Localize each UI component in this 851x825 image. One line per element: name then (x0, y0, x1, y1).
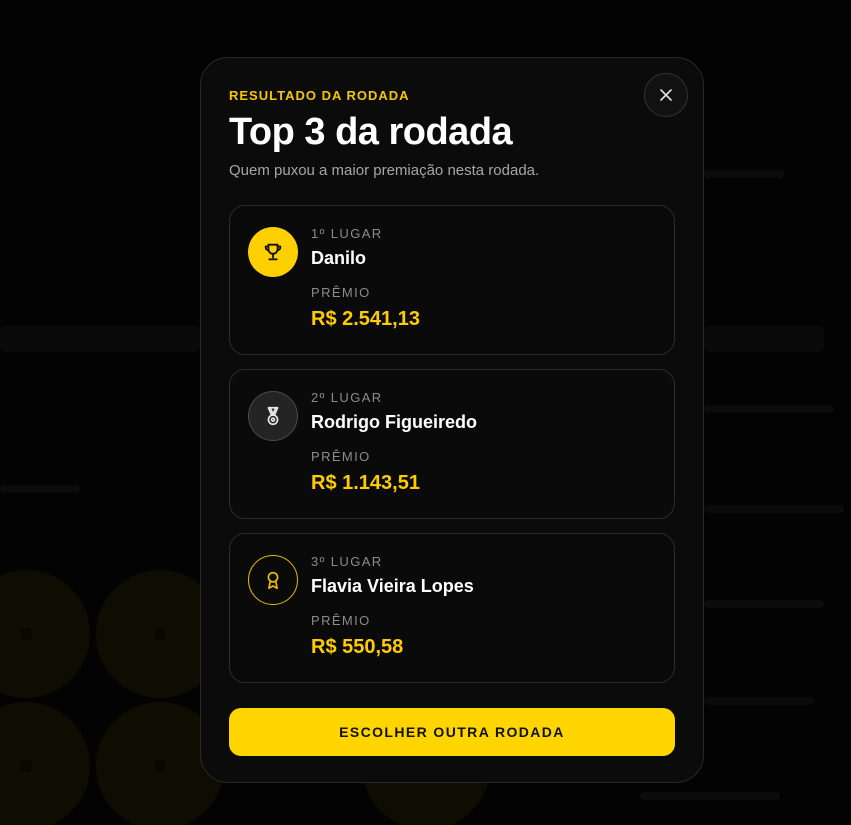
choose-another-round-button[interactable]: ESCOLHER OUTRA RODADA (229, 708, 675, 756)
modal-subtitle: Quem puxou a maior premiação nesta rodad… (229, 162, 540, 179)
winner-card-third: 3º LUGAR Flavia Vieira Lopes PRÊMIO R$ 5… (229, 533, 675, 683)
prize-value: R$ 550,58 (311, 636, 404, 658)
results-modal: RESULTADO DA RODADA Top 3 da rodada Quem… (200, 57, 704, 783)
winner-name: Danilo (311, 248, 367, 268)
background-heading (0, 326, 200, 352)
background-text (0, 485, 80, 493)
medal-icon (267, 406, 279, 426)
prize-label: PRÊMIO (311, 613, 371, 628)
background-text (704, 505, 844, 513)
modal-eyebrow: RESULTADO DA RODADA (229, 88, 410, 103)
modal-title: Top 3 da rodada (229, 111, 513, 153)
background-text (640, 792, 780, 800)
place-label: 2º LUGAR (311, 390, 383, 405)
background-text (704, 697, 814, 705)
prize-label: PRÊMIO (311, 449, 371, 464)
second-place-badge (248, 391, 298, 441)
trophy-icon (264, 243, 282, 261)
winner-name: Flavia Vieira Lopes (311, 576, 474, 596)
winner-name: Rodrigo Figueiredo (311, 412, 477, 432)
background-heading (704, 326, 824, 352)
place-label: 3º LUGAR (311, 554, 383, 569)
place-label: 1º LUGAR (311, 226, 383, 241)
prize-label: PRÊMIO (311, 285, 371, 300)
background-ball (0, 570, 90, 698)
background-text (704, 600, 824, 608)
winners-list: 1º LUGAR Danilo PRÊMIO R$ 2.541,13 2º LU… (229, 205, 675, 683)
background-ball (0, 702, 90, 825)
background-text (704, 170, 784, 178)
winner-card-first: 1º LUGAR Danilo PRÊMIO R$ 2.541,13 (229, 205, 675, 355)
third-place-badge (248, 555, 298, 605)
winner-card-second: 2º LUGAR Rodrigo Figueiredo PRÊMIO R$ 1.… (229, 369, 675, 519)
close-button[interactable] (644, 73, 688, 117)
close-icon (660, 89, 672, 101)
first-place-badge (248, 227, 298, 277)
background-text (704, 405, 834, 413)
prize-value: R$ 2.541,13 (311, 308, 420, 330)
prize-value: R$ 1.143,51 (311, 472, 420, 494)
award-icon (267, 571, 279, 590)
